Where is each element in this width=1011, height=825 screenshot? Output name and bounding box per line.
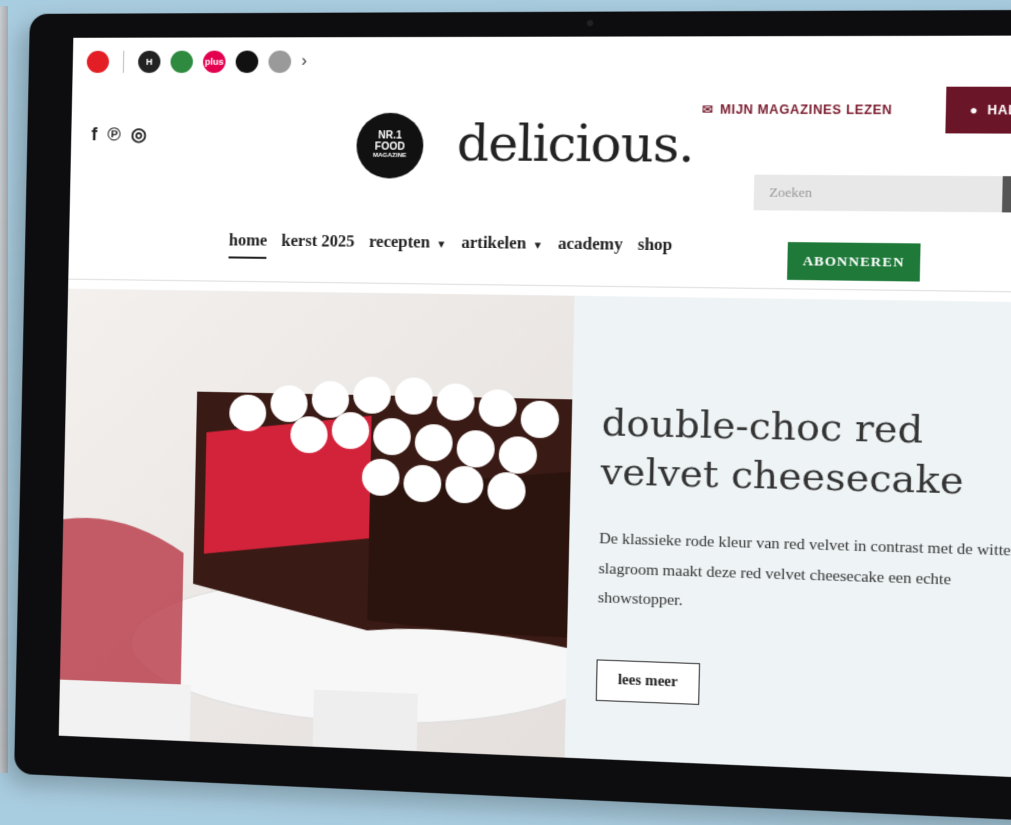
my-magazines-link[interactable]: ✉ MIJN MAGAZINES LEZEN xyxy=(702,102,893,117)
camera-dot xyxy=(586,19,594,27)
search-field[interactable]: Zoeken ⌕ xyxy=(753,174,1011,213)
social-links: f ℗ ◎ xyxy=(91,124,147,145)
hero-title[interactable]: double-choc red velvet cheesecake xyxy=(600,400,1011,508)
user-icon: ● xyxy=(969,102,979,118)
food-magazine-badge[interactable]: NR.1 FOOD MAGAZINE xyxy=(355,112,425,179)
nav-item-artikelen[interactable]: artikelen ▼ xyxy=(461,234,543,262)
caret-down-icon: ▼ xyxy=(532,240,544,252)
hero-description: De klassieke rode kleur van red velvet i… xyxy=(597,530,1011,610)
site-logo[interactable]: delicious. xyxy=(456,115,694,174)
main-nav: home kerst 2025 recepten ▼ artikelen ▼ aca… xyxy=(228,232,673,264)
search-icon[interactable]: ⌕ xyxy=(1001,176,1011,213)
monitor-edge xyxy=(0,6,8,773)
pinterest-icon[interactable]: ℗ xyxy=(107,124,121,145)
subscribe-button[interactable]: ABONNEREN xyxy=(787,242,921,282)
grey-brand-icon[interactable] xyxy=(268,50,292,73)
search-input[interactable]: Zoeken xyxy=(754,184,1003,203)
mail-icon: ✉ xyxy=(701,102,714,117)
nav-item-recepten[interactable]: recepten ▼ xyxy=(369,234,447,262)
h-brand-icon[interactable]: H xyxy=(137,50,161,73)
nav-item-academy[interactable]: academy xyxy=(558,235,623,263)
user-menu-label: HALLO ANOEK xyxy=(987,102,1011,118)
green-brand-icon[interactable] xyxy=(170,50,194,73)
my-magazines-label: MIJN MAGAZINES LEZEN xyxy=(719,102,893,118)
nav-item-kerst[interactable]: kerst 2025 xyxy=(281,233,354,260)
badge-line-3: MAGAZINE xyxy=(372,153,407,160)
facebook-icon[interactable]: f xyxy=(91,124,97,145)
brand-bar: H plus › xyxy=(72,35,1011,87)
plus-brand-icon[interactable]: plus xyxy=(202,50,226,73)
user-menu-button[interactable]: ● HALLO ANOEK ⌄ xyxy=(945,86,1011,135)
badge-line-2: FOOD xyxy=(374,141,406,153)
nav-item-home[interactable]: home xyxy=(228,232,268,259)
monitor-frame: H plus › ✉ MIJN MAGAZINES LEZEN ● HALLO … xyxy=(14,9,1011,825)
cheesecake-illustration xyxy=(58,376,575,766)
instagram-icon[interactable]: ◎ xyxy=(131,124,147,145)
header-top-right: ✉ MIJN MAGAZINES LEZEN ● HALLO ANOEK ⌄ xyxy=(702,86,1011,135)
dark-brand-icon[interactable] xyxy=(235,50,259,73)
hero-image[interactable] xyxy=(58,288,575,773)
nav-item-shop[interactable]: shop xyxy=(637,236,673,263)
red-brand-icon[interactable] xyxy=(86,50,110,73)
hero-panel: double-choc red velvet cheesecake De kla… xyxy=(564,295,1011,782)
brand-bar-divider xyxy=(122,50,125,73)
caret-down-icon: ▼ xyxy=(436,239,447,251)
browser-screen: H plus › ✉ MIJN MAGAZINES LEZEN ● HALLO … xyxy=(58,35,1011,782)
read-more-button[interactable]: lees meer xyxy=(595,659,701,705)
chevron-right-icon[interactable]: › xyxy=(301,53,307,71)
